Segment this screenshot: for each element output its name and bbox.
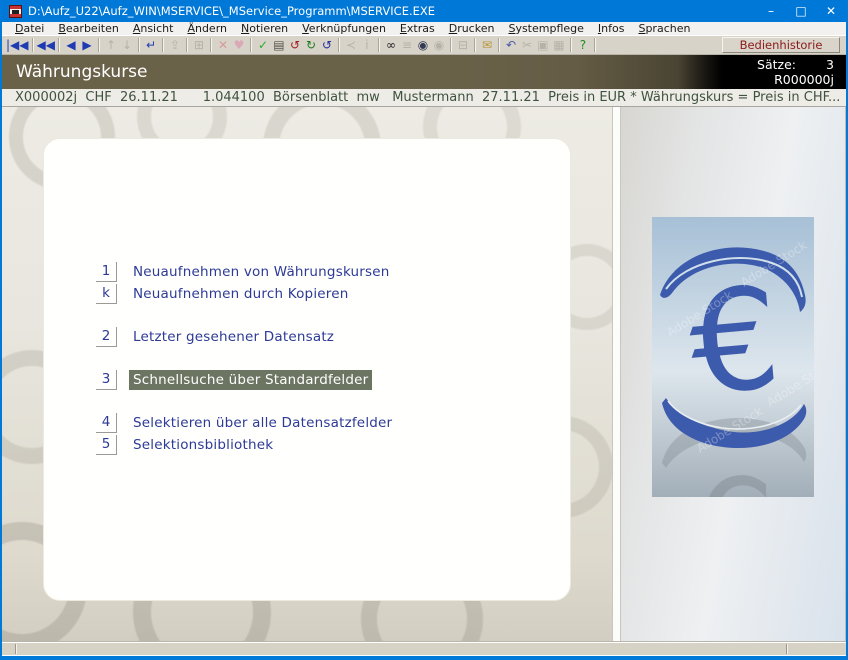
move-down-button[interactable]: ↓ xyxy=(119,36,135,54)
record-count-box: Sätze: 3 R000000j xyxy=(678,55,846,89)
separator xyxy=(450,38,452,52)
menu-list-label[interactable]: Letzter gesehener Datensatz xyxy=(129,327,338,347)
rollback-blue-button[interactable]: ↺ xyxy=(319,36,335,54)
menu-list-label[interactable]: Neuaufnehmen durch Kopieren xyxy=(129,284,353,304)
separator xyxy=(32,38,34,52)
menu-item[interactable]: Verknüpfungen xyxy=(295,22,393,35)
undo-button[interactable]: ↶ xyxy=(503,36,519,54)
move-up-button[interactable]: ↑ xyxy=(103,36,119,54)
separator xyxy=(250,38,252,52)
menu-item[interactable]: Ansicht xyxy=(126,22,181,35)
maximize-button[interactable]: □ xyxy=(786,0,816,22)
menu-list-label[interactable]: Selektionsbibliothek xyxy=(129,435,277,455)
menu-list-item[interactable]: 3 Schnellsuche über Standardfelder xyxy=(96,370,396,392)
help-button[interactable]: ? xyxy=(575,36,591,54)
saetze-label: Sätze: xyxy=(757,57,796,72)
title-band: Währungskurse Sätze: 3 R000000j xyxy=(2,55,846,89)
record-status-line: X000002j CHF 26.11.21 1.044100 Börsenbla… xyxy=(2,89,846,107)
menu-item[interactable]: Notieren xyxy=(234,22,295,35)
window-title: D:\Aufz_U22\Aufz_WIN\MSERVICE\_MService_… xyxy=(28,4,435,18)
separator xyxy=(98,38,100,52)
euro-symbol-image: € € Adobe Stock Adobe Stock Adobe Stock … xyxy=(652,217,814,497)
separator xyxy=(570,38,572,52)
statusbar xyxy=(2,642,846,655)
rollback-green-button[interactable]: ↻ xyxy=(303,36,319,54)
list-button[interactable]: ≡ xyxy=(399,36,415,54)
import-button[interactable]: ⇪ xyxy=(167,36,183,54)
separator xyxy=(338,38,340,52)
menu-item[interactable]: Extras xyxy=(393,22,442,35)
menu-item[interactable]: Ändern xyxy=(180,22,234,35)
branch-button[interactable]: ≺ xyxy=(343,36,359,54)
record-id: R000000j xyxy=(722,72,834,87)
shortcut-key[interactable]: 2 xyxy=(96,327,117,347)
shortcut-key[interactable]: k xyxy=(96,284,117,304)
window-titlebar: D:\Aufz_U22\Aufz_WIN\MSERVICE\_MService_… xyxy=(2,0,846,22)
minimize-button[interactable]: – xyxy=(756,0,786,22)
menu-list-item[interactable]: 4 Selektieren über alle Datensatzfelder xyxy=(96,413,396,435)
separator xyxy=(58,38,60,52)
menu-item[interactable]: Bearbeiten xyxy=(51,22,125,35)
next-record-button[interactable]: ▶ xyxy=(79,36,95,54)
shortcut-key[interactable]: 3 xyxy=(96,370,117,390)
app-icon xyxy=(9,5,22,18)
menu-list-label[interactable]: Neuaufnehmen von Währungskursen xyxy=(129,262,394,282)
action-menu: 1 Neuaufnehmen von Währungskursen k Neua… xyxy=(96,262,396,457)
vertical-scrollbar[interactable] xyxy=(612,107,621,641)
menu-list-item[interactable]: 5 Selektionsbibliothek xyxy=(96,435,396,457)
eye-button[interactable]: ◉ xyxy=(415,36,431,54)
menu-list-item[interactable]: k Neuaufnehmen durch Kopieren xyxy=(96,284,396,306)
toolbar-buttons: |◀◀ ◀◀ ◀ ▶ ↑ ↓ ↵ ⇪ ⊞ xyxy=(6,36,599,54)
shortcut-key[interactable]: 1 xyxy=(96,262,117,282)
separator xyxy=(186,38,188,52)
statusbar-divider xyxy=(786,644,788,654)
first-record-button[interactable]: |◀◀ xyxy=(6,36,29,54)
confirm-button[interactable]: ✓ xyxy=(255,36,271,54)
binoculars-search-button[interactable]: ∞ xyxy=(383,36,399,54)
menu-card: 1 Neuaufnehmen von Währungskursen k Neua… xyxy=(43,138,571,601)
link-window-button[interactable]: ⊞ xyxy=(191,36,207,54)
cut-button[interactable]: ✂ xyxy=(519,36,535,54)
separator xyxy=(474,38,476,52)
eye-off-button[interactable]: ◉ xyxy=(431,36,447,54)
prev-record-button[interactable]: ◀ xyxy=(63,36,79,54)
print-button[interactable]: ⊟ xyxy=(455,36,471,54)
rollback-red-button[interactable]: ↺ xyxy=(287,36,303,54)
saetze-value: 3 xyxy=(796,57,834,72)
menu-item[interactable]: Infos xyxy=(591,22,632,35)
protocol-button[interactable]: ▤ xyxy=(271,36,287,54)
info-button[interactable]: i xyxy=(359,36,375,54)
delete-button[interactable]: ✕ xyxy=(215,36,231,54)
right-panel: € € Adobe Stock Adobe Stock Adobe Stock … xyxy=(621,107,846,641)
copy-button[interactable]: ▣ xyxy=(535,36,551,54)
shortcut-key[interactable]: 4 xyxy=(96,413,117,433)
menu-list-item[interactable]: 1 Neuaufnehmen von Währungskursen xyxy=(96,262,396,284)
menu-item[interactable]: Datei xyxy=(8,22,51,35)
shortcut-key[interactable]: 5 xyxy=(96,435,117,455)
statusbar-divider xyxy=(15,644,17,654)
favorite-button[interactable]: ♥ xyxy=(231,36,247,54)
menu-item[interactable]: Drucken xyxy=(442,22,502,35)
separator xyxy=(594,38,596,52)
separator xyxy=(498,38,500,52)
enter-button[interactable]: ↵ xyxy=(143,36,159,54)
menu-list-label[interactable]: Selektieren über alle Datensatzfelder xyxy=(129,413,396,433)
separator xyxy=(162,38,164,52)
paste-button[interactable]: ▦ xyxy=(551,36,567,54)
separator xyxy=(210,38,212,52)
close-button[interactable]: ✕ xyxy=(816,0,846,22)
menu-item[interactable]: Sprachen xyxy=(631,22,697,35)
menu-list-item[interactable]: 2 Letzter gesehener Datensatz xyxy=(96,327,396,349)
fast-back-button[interactable]: ◀◀ xyxy=(37,36,55,54)
separator xyxy=(378,38,380,52)
mail-button[interactable]: ✉ xyxy=(479,36,495,54)
separator xyxy=(138,38,140,52)
toolbar: |◀◀ ◀◀ ◀ ▶ ↑ ↓ ↵ ⇪ ⊞ xyxy=(2,35,846,55)
menubar: Datei Bearbeiten Ansicht Ändern Notieren… xyxy=(2,22,846,35)
menu-item[interactable]: Systempflege xyxy=(501,22,590,35)
content-area: € € Adobe Stock Adobe Stock Adobe Stock … xyxy=(2,107,846,642)
menu-list-label[interactable]: Schnellsuche über Standardfelder xyxy=(129,370,372,390)
page-title: Währungskurse xyxy=(16,55,148,89)
bedienhistorie-button[interactable]: Bedienhistorie xyxy=(722,37,840,53)
